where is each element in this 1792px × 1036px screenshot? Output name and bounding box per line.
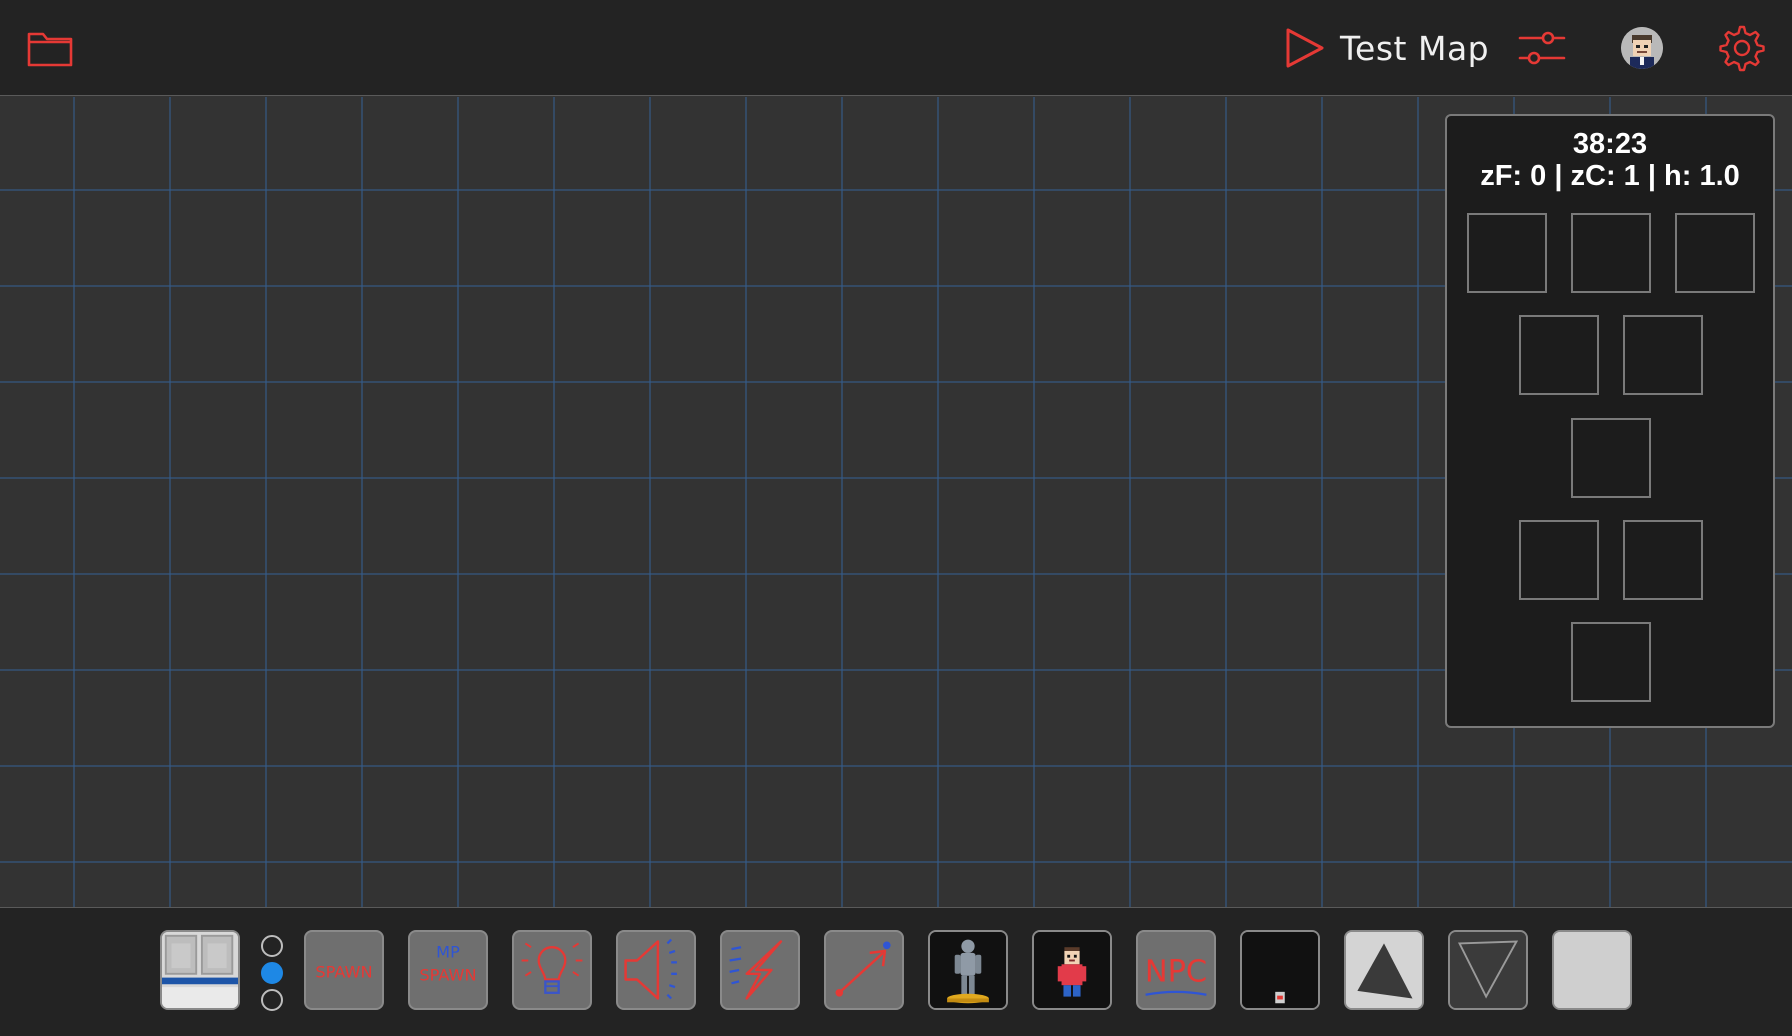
slot-5[interactable]: [1623, 315, 1703, 395]
bottom-toolbar: SPAWN MP SPAWN NPC: [0, 907, 1792, 1036]
slot-1[interactable]: [1467, 213, 1547, 293]
tile-palette-icon: [162, 932, 238, 1008]
mp-spawn-tool[interactable]: MP SPAWN: [408, 930, 488, 1010]
spawn-label: SPAWN: [315, 963, 372, 982]
sound-tool[interactable]: [616, 930, 696, 1010]
mp-spawn-label: SPAWN: [419, 965, 476, 984]
slot-2[interactable]: [1571, 213, 1651, 293]
user-avatar[interactable]: [1621, 27, 1663, 69]
lightning-icon: [729, 940, 783, 1000]
path-tool[interactable]: [824, 930, 904, 1010]
npc-icon: NPC: [1145, 954, 1207, 996]
small-object-tool[interactable]: [1240, 930, 1320, 1010]
trigger-tool[interactable]: [720, 930, 800, 1010]
tile-palette-tool[interactable]: [160, 930, 240, 1010]
triangle-down-tool[interactable]: [1448, 930, 1528, 1010]
statue-icon: [930, 932, 1006, 1008]
speaker-icon: [624, 938, 677, 1000]
slot-6[interactable]: [1571, 418, 1651, 498]
slot-7[interactable]: [1519, 520, 1599, 600]
folder-icon[interactable]: [26, 28, 74, 68]
test-map-button[interactable]: Test Map: [1284, 24, 1489, 72]
layer-status: zF: 0 | zC: 1 | h: 1.0: [1480, 160, 1740, 192]
play-icon: [1286, 28, 1324, 68]
slot-9[interactable]: [1571, 622, 1651, 702]
blank-tile-icon: [1554, 932, 1630, 1008]
info-panel: 38:23 zF: 0 | zC: 1 | h: 1.0: [1445, 114, 1775, 728]
npc-tool[interactable]: NPC: [1136, 930, 1216, 1010]
triangle-up-icon: [1346, 932, 1422, 1008]
spawn-tool[interactable]: SPAWN: [304, 930, 384, 1010]
elapsed-time: 38:23: [1572, 128, 1648, 160]
light-tool[interactable]: [512, 930, 592, 1010]
small-object-icon: [1242, 932, 1318, 1008]
mp-label: MP: [436, 943, 460, 962]
slot-4[interactable]: [1519, 315, 1599, 395]
test-map-label: Test Map: [1340, 28, 1490, 68]
mp-spawn-icon: MP SPAWN: [419, 943, 476, 985]
top-bar: Test Map: [0, 0, 1792, 96]
gear-icon[interactable]: [1718, 24, 1766, 72]
radio-option-1[interactable]: [261, 935, 283, 957]
sliders-icon[interactable]: [1518, 26, 1566, 70]
slot-3[interactable]: [1675, 213, 1755, 293]
radio-option-2[interactable]: [261, 962, 283, 984]
npc-label: NPC: [1145, 954, 1207, 989]
lightbulb-icon: [521, 942, 583, 994]
statue-tool[interactable]: [928, 930, 1008, 1010]
blank-tile-tool[interactable]: [1552, 930, 1632, 1010]
arrow-path-icon: [835, 941, 891, 997]
triangle-down-icon: [1450, 932, 1526, 1008]
triangle-up-tool[interactable]: [1344, 930, 1424, 1010]
player-tool[interactable]: [1032, 930, 1112, 1010]
player-character-icon: [1034, 932, 1110, 1008]
radio-option-3[interactable]: [261, 989, 283, 1011]
slot-8[interactable]: [1623, 520, 1703, 600]
spawn-icon: SPAWN: [315, 963, 372, 982]
